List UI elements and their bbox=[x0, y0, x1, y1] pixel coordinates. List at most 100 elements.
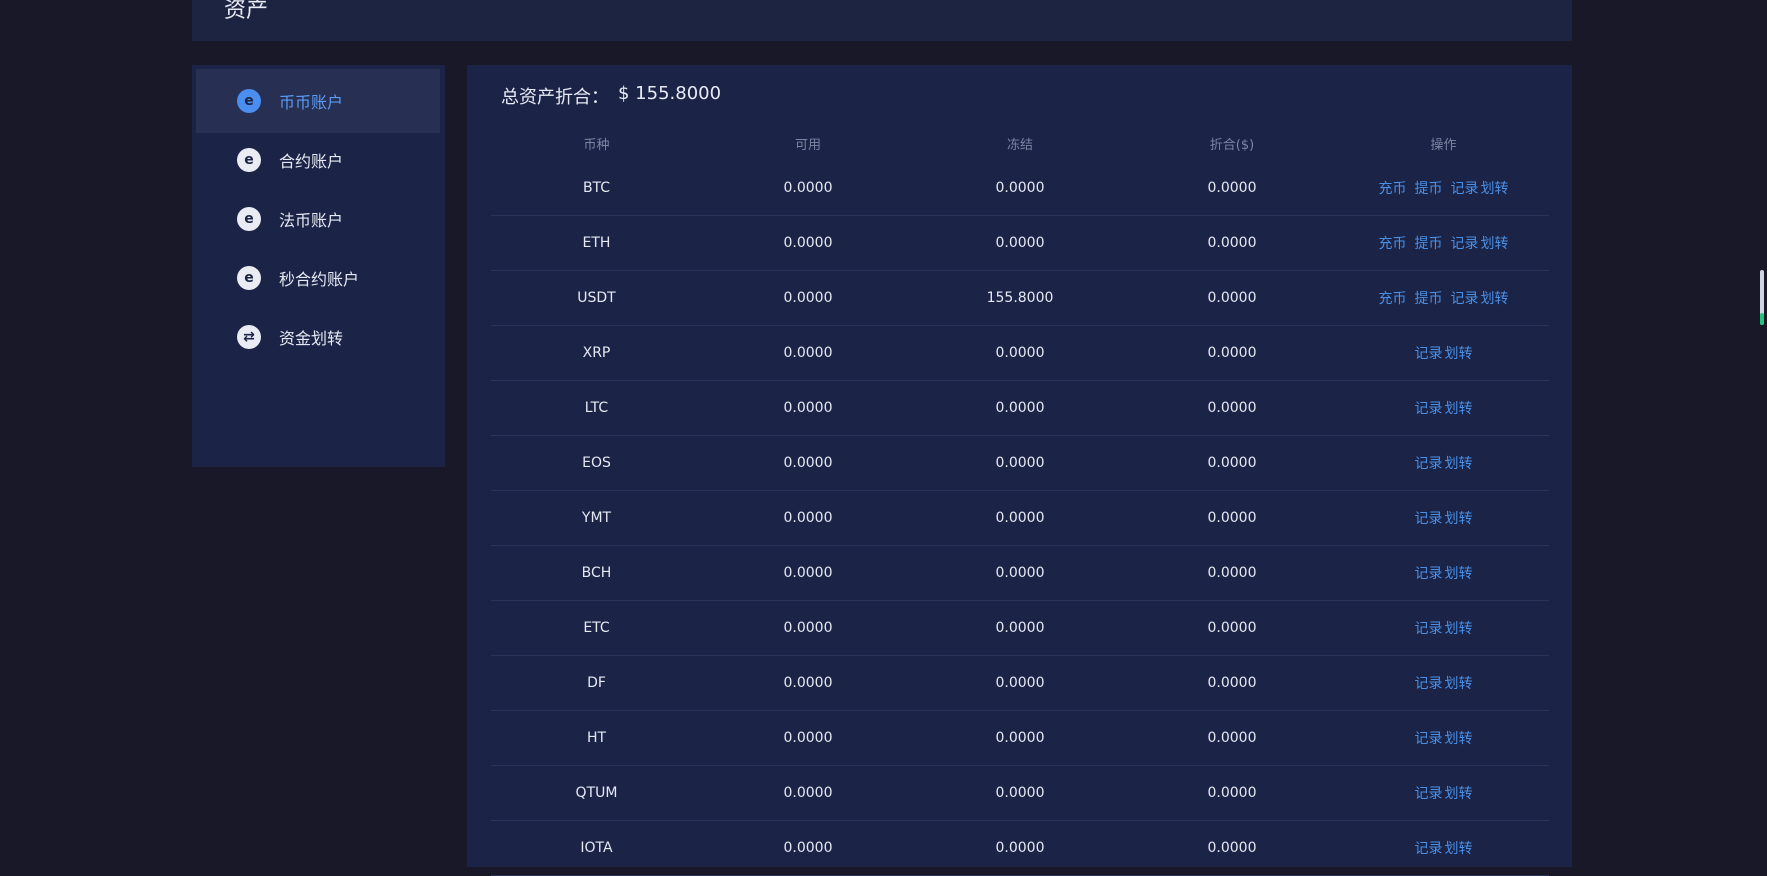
cell-coin: ETC bbox=[583, 620, 610, 636]
deposit-link[interactable]: 充币 bbox=[1379, 288, 1407, 308]
sidebar-item-fund-transfer[interactable]: ⇄ 资金划转 bbox=[196, 305, 440, 369]
cell-frozen: 0.0000 bbox=[995, 785, 1045, 801]
table-row: IOTA 0.0000 0.0000 0.0000 记录 划转 bbox=[491, 821, 1549, 876]
scrollbar[interactable] bbox=[1757, 60, 1767, 330]
records-link[interactable]: 记录 bbox=[1451, 288, 1479, 308]
cell-available: 0.0000 bbox=[783, 400, 833, 416]
e-coin-icon: e bbox=[237, 266, 261, 290]
column-header-actions: 操作 bbox=[1430, 137, 1457, 153]
records-link[interactable]: 记录 bbox=[1415, 838, 1443, 858]
records-link[interactable]: 记录 bbox=[1415, 618, 1443, 638]
records-link[interactable]: 记录 bbox=[1415, 783, 1443, 803]
cell-frozen: 0.0000 bbox=[995, 400, 1045, 416]
cell-available: 0.0000 bbox=[783, 345, 833, 361]
cell-converted: 0.0000 bbox=[1207, 510, 1257, 526]
column-header-converted: 折合($) bbox=[1209, 137, 1255, 153]
cell-actions: 记录 划转 bbox=[1338, 728, 1549, 748]
sidebar-item-second-contract-account[interactable]: e 秒合约账户 bbox=[196, 246, 440, 310]
cell-converted: 0.0000 bbox=[1207, 235, 1257, 251]
deposit-link[interactable]: 充币 bbox=[1379, 178, 1407, 198]
cell-converted: 0.0000 bbox=[1207, 455, 1257, 471]
cell-actions: 记录 划转 bbox=[1338, 673, 1549, 693]
transfer-link[interactable]: 划转 bbox=[1481, 178, 1509, 198]
transfer-link[interactable]: 划转 bbox=[1445, 398, 1473, 418]
cell-actions: 记录 划转 bbox=[1338, 783, 1549, 803]
cell-converted: 0.0000 bbox=[1207, 840, 1257, 856]
column-header-available: 可用 bbox=[794, 137, 821, 153]
cell-converted: 0.0000 bbox=[1207, 400, 1257, 416]
transfer-link[interactable]: 划转 bbox=[1445, 343, 1473, 363]
records-link[interactable]: 记录 bbox=[1415, 728, 1443, 748]
cell-coin: HT bbox=[586, 730, 607, 746]
transfer-link[interactable]: 划转 bbox=[1481, 288, 1509, 308]
asset-table: 币种 可用 冻结 折合($) 操作 BTC 0.0000 0.0000 0.0000 充… bbox=[491, 125, 1549, 876]
sidebar: e 币币账户 e 合约账户 e 法币账户 e 秒合约账户 ⇄ 资金划转 bbox=[192, 65, 445, 467]
records-link[interactable]: 记录 bbox=[1415, 398, 1443, 418]
records-link[interactable]: 记录 bbox=[1415, 453, 1443, 473]
total-assets-label: 总资产折合： bbox=[501, 87, 609, 108]
cell-actions: 记录 划转 bbox=[1338, 343, 1549, 363]
transfer-link[interactable]: 划转 bbox=[1445, 673, 1473, 693]
cell-coin: QTUM bbox=[575, 785, 618, 801]
cell-actions: 充币 提币 记录 划转 bbox=[1338, 233, 1549, 253]
cell-coin: YMT bbox=[581, 510, 612, 526]
cell-available: 0.0000 bbox=[783, 840, 833, 856]
records-link[interactable]: 记录 bbox=[1415, 508, 1443, 528]
deposit-link[interactable]: 充币 bbox=[1379, 233, 1407, 253]
cell-converted: 0.0000 bbox=[1207, 565, 1257, 581]
cell-frozen: 0.0000 bbox=[995, 620, 1045, 636]
transfer-link[interactable]: 划转 bbox=[1445, 508, 1473, 528]
sidebar-item-contract-account[interactable]: e 合约账户 bbox=[196, 128, 440, 192]
cell-coin: LTC bbox=[584, 400, 609, 416]
cell-actions: 记录 划转 bbox=[1338, 508, 1549, 528]
cell-frozen: 0.0000 bbox=[995, 675, 1045, 691]
records-link[interactable]: 记录 bbox=[1451, 178, 1479, 198]
cell-coin: DF bbox=[587, 675, 606, 691]
sidebar-item-spot-account[interactable]: e 币币账户 bbox=[196, 69, 440, 133]
sidebar-item-label: 币币账户 bbox=[279, 93, 344, 112]
cell-available: 0.0000 bbox=[783, 455, 833, 471]
cell-coin: BTC bbox=[582, 180, 611, 196]
cell-coin: BCH bbox=[581, 565, 612, 581]
table-row: XRP 0.0000 0.0000 0.0000 记录 划转 bbox=[491, 326, 1549, 381]
transfer-link[interactable]: 划转 bbox=[1481, 233, 1509, 253]
cell-frozen: 0.0000 bbox=[995, 840, 1045, 856]
cell-actions: 充币 提币 记录 划转 bbox=[1338, 288, 1549, 308]
records-link[interactable]: 记录 bbox=[1415, 563, 1443, 583]
withdraw-link[interactable]: 提币 bbox=[1415, 178, 1443, 198]
cell-actions: 记录 划转 bbox=[1338, 398, 1549, 418]
transfer-link[interactable]: 划转 bbox=[1445, 838, 1473, 858]
table-row: LTC 0.0000 0.0000 0.0000 记录 划转 bbox=[491, 381, 1549, 436]
table-row: ETH 0.0000 0.0000 0.0000 充币 提币 记录 划转 bbox=[491, 216, 1549, 271]
cell-frozen: 0.0000 bbox=[995, 180, 1045, 196]
records-link[interactable]: 记录 bbox=[1415, 673, 1443, 693]
records-link[interactable]: 记录 bbox=[1415, 343, 1443, 363]
sidebar-item-fiat-account[interactable]: e 法币账户 bbox=[196, 187, 440, 251]
cell-converted: 0.0000 bbox=[1207, 290, 1257, 306]
table-body: BTC 0.0000 0.0000 0.0000 充币 提币 记录 划转 ETH 0.0000 0.… bbox=[491, 161, 1549, 876]
transfer-link[interactable]: 划转 bbox=[1445, 783, 1473, 803]
cell-available: 0.0000 bbox=[783, 785, 833, 801]
cell-frozen: 155.8000 bbox=[986, 290, 1054, 306]
withdraw-link[interactable]: 提币 bbox=[1415, 233, 1443, 253]
records-link[interactable]: 记录 bbox=[1451, 233, 1479, 253]
cell-converted: 0.0000 bbox=[1207, 620, 1257, 636]
transfer-link[interactable]: 划转 bbox=[1445, 453, 1473, 473]
table-row: EOS 0.0000 0.0000 0.0000 记录 划转 bbox=[491, 436, 1549, 491]
cell-frozen: 0.0000 bbox=[995, 455, 1045, 471]
transfer-link[interactable]: 划转 bbox=[1445, 563, 1473, 583]
table-row: BTC 0.0000 0.0000 0.0000 充币 提币 记录 划转 bbox=[491, 161, 1549, 216]
asset-panel: 总资产折合： $ 155.8000 币种 可用 冻结 折合($) 操作 BTC 0… bbox=[467, 65, 1572, 876]
withdraw-link[interactable]: 提币 bbox=[1415, 288, 1443, 308]
cell-actions: 记录 划转 bbox=[1338, 618, 1549, 638]
cell-coin: EOS bbox=[582, 455, 611, 471]
cell-coin: ETH bbox=[582, 235, 611, 251]
table-row: QTUM 0.0000 0.0000 0.0000 记录 划转 bbox=[491, 766, 1549, 821]
cell-coin: USDT bbox=[577, 290, 616, 306]
transfer-link[interactable]: 划转 bbox=[1445, 728, 1473, 748]
cell-available: 0.0000 bbox=[783, 620, 833, 636]
cell-available: 0.0000 bbox=[783, 675, 833, 691]
transfer-link[interactable]: 划转 bbox=[1445, 618, 1473, 638]
cell-converted: 0.0000 bbox=[1207, 730, 1257, 746]
cell-available: 0.0000 bbox=[783, 730, 833, 746]
